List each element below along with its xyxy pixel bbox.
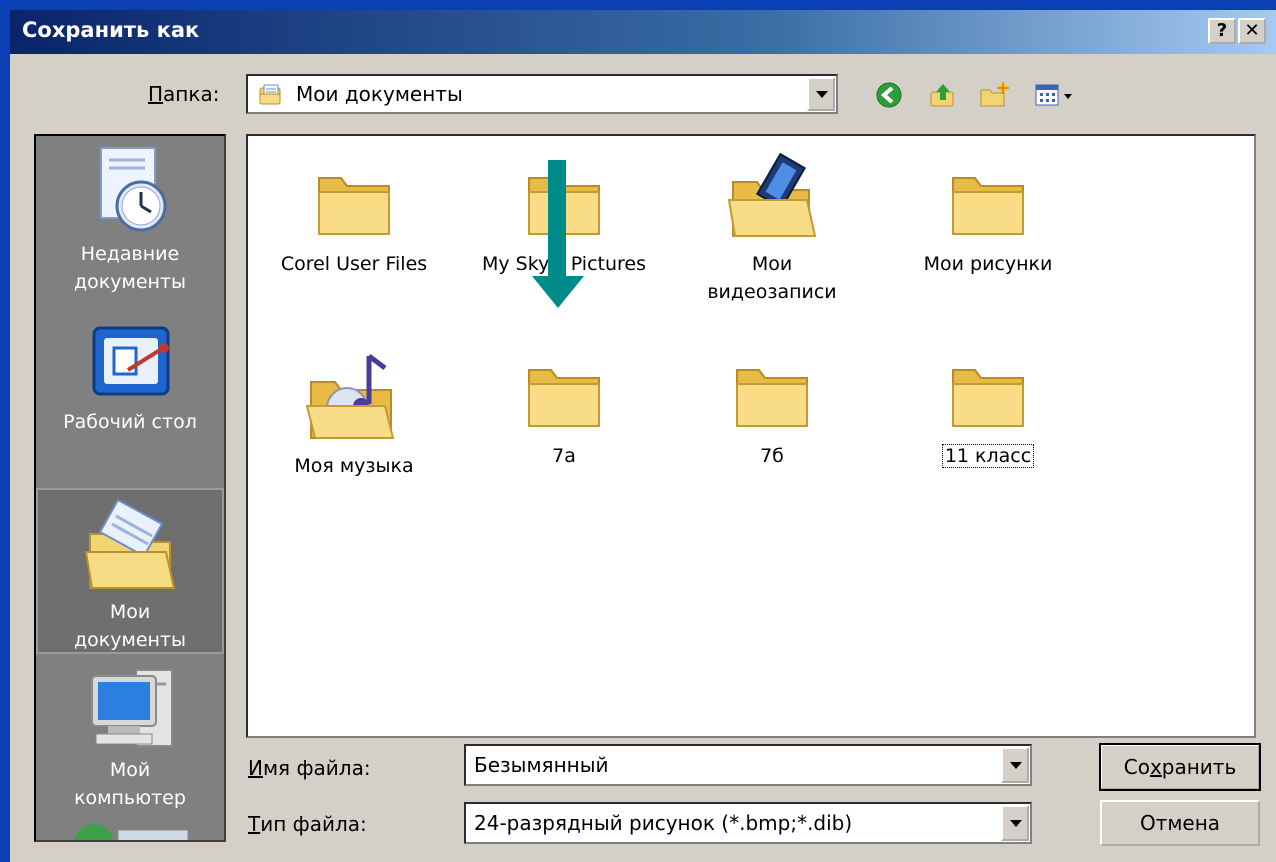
close-button[interactable]: ✕ — [1238, 18, 1266, 44]
item-label: 7а — [552, 445, 576, 467]
list-item[interactable]: Мои видеозаписи — [672, 152, 872, 306]
place-my-documents-line2: документы — [74, 629, 186, 651]
place-my-computer-line2: компьютер — [74, 787, 186, 809]
list-item[interactable]: 7б — [672, 354, 872, 470]
back-icon[interactable] — [874, 80, 904, 110]
filetype-dropdown-button[interactable] — [1001, 805, 1029, 841]
annotation-arrow-icon — [532, 160, 584, 308]
my-documents-small-icon — [259, 84, 281, 105]
place-recent-line1: Недавние — [80, 243, 180, 265]
view-menu-icon[interactable] — [1034, 80, 1084, 110]
list-item[interactable]: 7а — [464, 354, 664, 470]
location-dropdown-button[interactable] — [807, 77, 835, 111]
item-label: 11 класс — [941, 444, 1035, 468]
recent-documents-icon — [100, 147, 167, 232]
place-desktop-line1: Рабочий стол — [63, 411, 197, 433]
item-label: Мои рисунки — [923, 253, 1053, 275]
location-combo[interactable]: Мои документы — [246, 74, 838, 114]
location-label: Папка: — [148, 82, 220, 106]
file-list[interactable]: Corel User Files My Sky... Pictures Мои … — [246, 134, 1256, 738]
list-item[interactable]: Corel User Files — [254, 162, 454, 278]
cancel-button[interactable]: Отмена — [1100, 800, 1260, 846]
up-folder-icon[interactable] — [928, 80, 958, 110]
desktop-icon — [92, 326, 170, 396]
new-folder-icon[interactable] — [978, 80, 1010, 110]
filename-label: Имя файла: — [248, 756, 371, 780]
item-label: 7б — [760, 445, 784, 467]
folder-icon — [318, 177, 390, 235]
help-button[interactable]: ? — [1208, 18, 1236, 44]
dialog-title: Сохранить как — [22, 18, 200, 42]
item-label: Corel User Files — [280, 253, 428, 275]
list-item[interactable]: Моя музыка — [254, 348, 454, 480]
place-recent-line2: документы — [74, 271, 186, 293]
item-label-line2: видеозаписи — [707, 281, 837, 303]
filename-value: Безымянный — [474, 753, 609, 777]
place-desktop[interactable]: Рабочий стол — [36, 320, 224, 436]
folder-icon — [952, 177, 1024, 235]
save-button[interactable]: Сохранить — [1099, 743, 1261, 791]
filetype-value: 24-разрядный рисунок (*.bmp;*.dib) — [474, 811, 853, 835]
folder-icon — [736, 369, 808, 427]
my-computer-icon — [91, 669, 173, 747]
place-recent-documents[interactable]: Недавние документы — [36, 144, 224, 296]
network-icon — [74, 824, 189, 840]
place-my-computer[interactable]: Мой компьютер — [36, 660, 224, 812]
places-bar: Недавние документы Рабочий стол Мои доку… — [34, 134, 226, 842]
list-item[interactable]: 11 класс — [888, 354, 1088, 470]
location-value: Мои документы — [296, 82, 463, 106]
place-my-computer-line1: Мой — [109, 759, 151, 781]
title-bar: Сохранить как ? ✕ — [10, 10, 1276, 54]
place-my-documents[interactable]: Мои документы — [36, 488, 224, 654]
my-documents-icon — [84, 498, 176, 589]
folder-icon — [528, 369, 600, 427]
item-label: Мои — [751, 253, 793, 275]
save-as-dialog: Сохранить как ? ✕ Папка: Мои документы Н… — [10, 10, 1276, 862]
place-my-documents-line1: Мои — [109, 601, 151, 623]
music-folder-icon — [305, 354, 395, 439]
filetype-select[interactable]: 24-разрядный рисунок (*.bmp;*.dib) — [464, 802, 1032, 844]
filename-dropdown-button[interactable] — [1001, 747, 1029, 783]
filename-field[interactable]: Безымянный — [464, 744, 1032, 786]
filetype-label: Тип файла: — [248, 812, 367, 836]
folder-icon — [952, 369, 1024, 427]
item-label: Моя музыка — [294, 455, 414, 477]
list-item[interactable]: Мои рисунки — [888, 162, 1088, 278]
video-folder-icon — [727, 152, 817, 237]
